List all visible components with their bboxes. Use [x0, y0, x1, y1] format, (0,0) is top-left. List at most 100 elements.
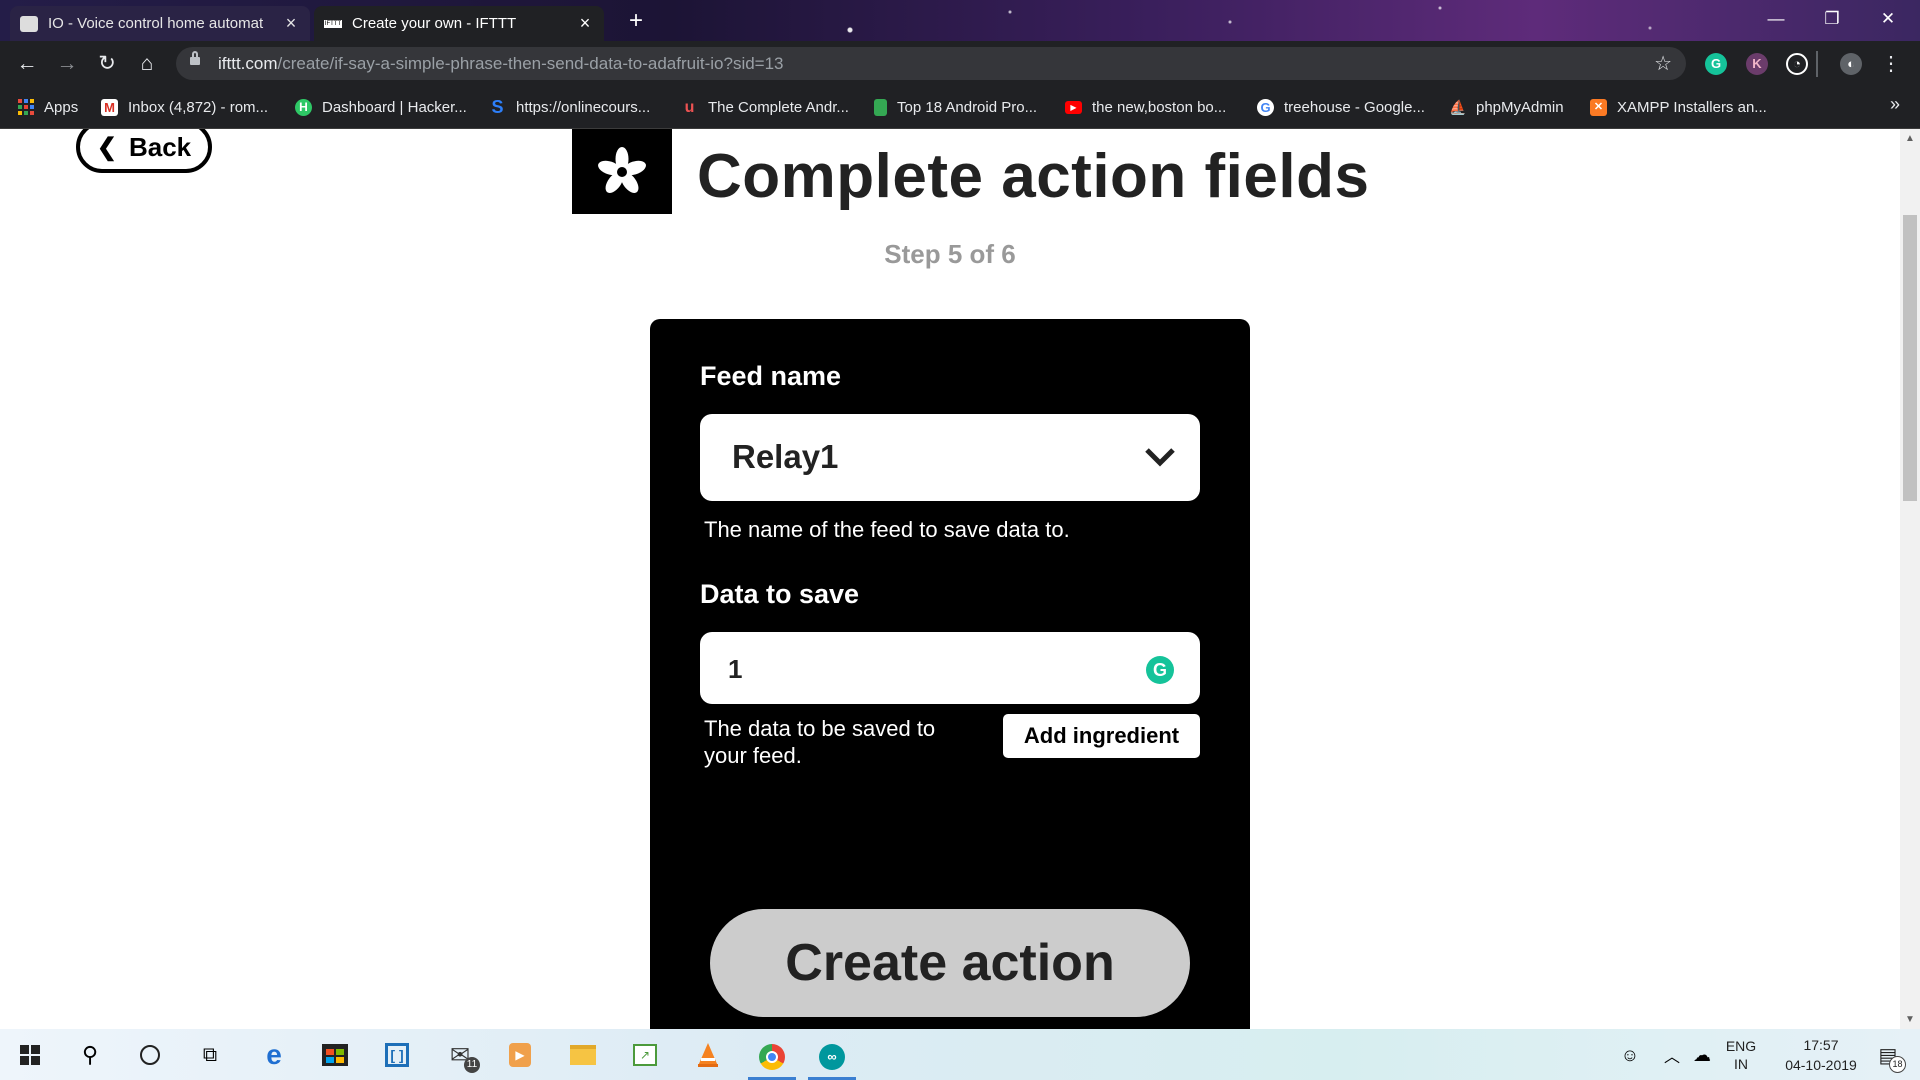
more-bookmarks-icon[interactable]: »: [1890, 94, 1900, 115]
bookmark-hackerrank[interactable]: H Dashboard | Hacker...: [295, 96, 467, 118]
youtube-icon: ▶: [1065, 100, 1082, 114]
windows-start-icon[interactable]: [10, 1037, 50, 1073]
feed-name-label: Feed name: [700, 361, 842, 391]
bookmark-xampp[interactable]: ✕ XAMPP Installers an...: [1590, 96, 1767, 118]
tab-ifttt[interactable]: IFTTT Create your own - IFTTT ×: [314, 6, 604, 41]
tab-strip: IO - Voice control home automat × IFTTT …: [0, 0, 1920, 41]
bookmark-onlinecourses[interactable]: S https://onlinecours...: [489, 96, 650, 118]
back-button[interactable]: ❮ Back: [76, 129, 212, 173]
adafruit-flower-icon: [598, 146, 646, 193]
arduino-icon[interactable]: ∞: [808, 1037, 856, 1080]
toolbar-divider: [1816, 51, 1818, 77]
grammarly-extension-icon[interactable]: G: [1705, 53, 1727, 75]
grammarly-icon[interactable]: G: [1146, 656, 1174, 684]
lock-icon[interactable]: [190, 51, 200, 67]
gmail-icon: M: [101, 98, 118, 116]
step-indicator: Step 5 of 6: [884, 239, 1016, 269]
clock-time: 17:57: [1803, 1037, 1839, 1053]
user-avatar[interactable]: ◐: [1840, 53, 1862, 75]
ifttt-favicon-icon: IFTTT: [324, 19, 342, 28]
cortana-icon[interactable]: [130, 1037, 170, 1073]
bookmark-treehouse[interactable]: G treehouse - Google...: [1257, 96, 1425, 118]
notification-center-icon[interactable]: ▤ 18: [1868, 1037, 1908, 1073]
bookmark-phpmyadmin[interactable]: ⛵ phpMyAdmin: [1449, 96, 1564, 118]
media-player-icon[interactable]: ▶: [500, 1037, 540, 1073]
action-fields-card: Feed name Relay1 The name of the feed to…: [650, 319, 1250, 1029]
minimize-window-button[interactable]: —: [1748, 0, 1804, 38]
bookmark-inbox[interactable]: M Inbox (4,872) - rom...: [101, 96, 268, 118]
back-arrow-icon[interactable]: ←: [12, 49, 42, 79]
data-to-save-value: 1: [728, 654, 743, 684]
tab-io[interactable]: IO - Voice control home automat ×: [10, 6, 310, 41]
feed-name-help: The name of the feed to save data to.: [704, 517, 1070, 542]
bookmark-apps[interactable]: Apps: [18, 96, 78, 118]
bookmark-top18-android[interactable]: Top 18 Android Pro...: [874, 96, 1037, 118]
new-tab-button[interactable]: +: [622, 8, 650, 36]
data-to-save-label: Data to save: [700, 579, 860, 609]
url-text[interactable]: ifttt.com/create/if-say-a-simple-phrase-…: [218, 54, 784, 74]
adafruit-io-favicon-icon: [20, 15, 38, 32]
close-window-button[interactable]: ✕: [1860, 0, 1916, 38]
bookmark-newboston[interactable]: ▶ the new,boston bo...: [1065, 96, 1226, 118]
chart-app-icon[interactable]: ↗: [625, 1037, 665, 1073]
url-path: /create/if-say-a-simple-phrase-then-send…: [277, 54, 784, 73]
chrome-taskbar-icon[interactable]: [748, 1037, 796, 1080]
onedrive-cloud-icon[interactable]: ☁: [1682, 1037, 1722, 1073]
mail-icon[interactable]: ✉ 11: [440, 1037, 480, 1073]
back-label: Back: [128, 131, 192, 162]
bookmark-label: phpMyAdmin: [1476, 98, 1564, 116]
file-explorer-icon[interactable]: [563, 1037, 603, 1073]
bookmark-star-icon[interactable]: ☆: [1654, 51, 1672, 76]
vlc-icon[interactable]: [688, 1037, 728, 1073]
profile-k-extension-icon[interactable]: K: [1746, 53, 1768, 75]
windows-taskbar: ⚲ ⧉ e [ ] ✉ 11 ▶ ↗ ∞ ☺ ︿ ☁ ENG IN 17:57 …: [0, 1029, 1920, 1080]
scroll-up-arrow-icon[interactable]: ▲: [1900, 133, 1920, 144]
data-to-save-help: The data to be saved to your feed.: [704, 716, 936, 768]
google-icon: G: [1257, 98, 1274, 116]
bookmark-label: treehouse - Google...: [1284, 98, 1425, 116]
language-indicator[interactable]: ENG IN: [1724, 1037, 1758, 1073]
reload-icon[interactable]: ↻: [92, 49, 122, 79]
close-tab-icon[interactable]: ×: [576, 13, 594, 34]
system-clock[interactable]: 17:57 04-10-2019: [1766, 1035, 1876, 1075]
home-icon[interactable]: ⌂: [132, 49, 162, 79]
chevron-down-icon: [1145, 448, 1175, 467]
task-view-icon[interactable]: ⧉: [190, 1037, 230, 1073]
document-icon: [874, 98, 887, 116]
bookmark-label: https://onlinecours...: [516, 98, 651, 116]
scrollbar-thumb[interactable]: [1903, 215, 1917, 501]
address-bar[interactable]: ifttt.com/create/if-say-a-simple-phrase-…: [176, 47, 1686, 80]
clock-date: 04-10-2019: [1785, 1057, 1857, 1073]
feed-name-select[interactable]: Relay1: [700, 414, 1200, 501]
ifttt-page: ❮ Back Complete action fields Step 5 of …: [0, 129, 1900, 1029]
restore-window-button[interactable]: ❐: [1804, 0, 1860, 38]
mail-badge: 11: [464, 1057, 480, 1073]
people-icon[interactable]: ☺: [1610, 1037, 1650, 1073]
language-code: ENG: [1725, 1038, 1757, 1054]
edge-browser-icon[interactable]: e: [254, 1037, 294, 1073]
region-code: IN: [1734, 1056, 1748, 1072]
bookmark-label: Apps: [44, 98, 79, 116]
page-scrollbar[interactable]: ▲ ▼: [1900, 129, 1920, 1029]
bookmark-label: The Complete Andr...: [708, 98, 849, 116]
udemy-icon: u: [684, 98, 695, 116]
page-title: Complete action fields: [697, 142, 1370, 211]
create-action-button[interactable]: Create action: [710, 909, 1190, 1017]
bookmark-label: Dashboard | Hacker...: [322, 98, 467, 116]
speed-dial-extension-icon[interactable]: ◔: [1786, 53, 1808, 75]
bookmark-complete-android[interactable]: u The Complete Andr...: [681, 96, 849, 118]
bookmark-label: XAMPP Installers an...: [1617, 98, 1767, 116]
brackets-editor-icon[interactable]: [ ]: [377, 1037, 417, 1073]
store-icon[interactable]: [315, 1037, 355, 1073]
browser-menu-icon[interactable]: ⋮: [1876, 49, 1906, 79]
scroll-down-arrow-icon[interactable]: ▼: [1900, 1014, 1920, 1025]
bookmark-label: Top 18 Android Pro...: [897, 98, 1038, 116]
phpmyadmin-icon: ⛵: [1449, 98, 1467, 115]
tab-title: Create your own - IFTTT: [352, 15, 517, 32]
close-tab-icon[interactable]: ×: [282, 13, 300, 34]
data-to-save-input[interactable]: 1 G: [700, 632, 1200, 704]
search-icon[interactable]: ⚲: [70, 1037, 110, 1073]
add-ingredient-button[interactable]: Add ingredient: [1003, 714, 1200, 758]
hackerrank-icon: H: [295, 98, 312, 116]
forward-arrow-icon[interactable]: →: [52, 49, 82, 79]
